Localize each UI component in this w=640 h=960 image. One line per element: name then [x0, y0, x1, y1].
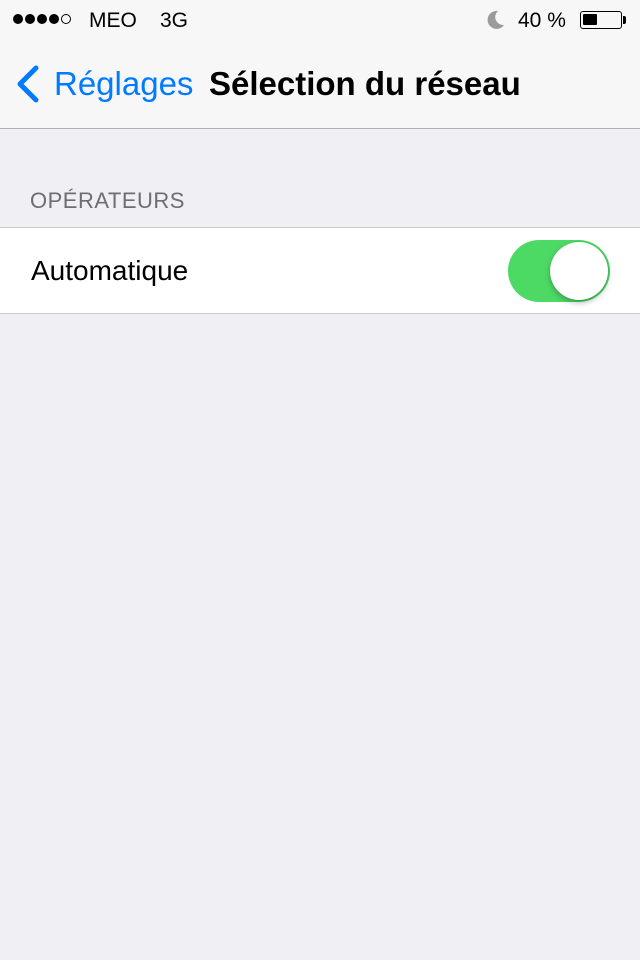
navigation-bar: Réglages Sélection du réseau	[0, 40, 640, 129]
signal-dot	[61, 14, 71, 24]
signal-dot	[13, 14, 23, 24]
automatic-toggle[interactable]	[508, 240, 610, 302]
moon-icon	[487, 10, 504, 29]
chevron-left-icon	[17, 65, 39, 103]
carrier-name: MEO	[89, 9, 137, 32]
back-button-label: Réglages	[54, 65, 194, 102]
battery-cap	[623, 16, 626, 24]
battery-icon	[580, 11, 622, 29]
status-bar: MEO 3G 40 %	[0, 0, 640, 40]
automatic-label: Automatique	[31, 255, 189, 286]
battery-percentage: 40 %	[518, 9, 566, 32]
section-header-operators: OPÉRATEURS	[30, 188, 185, 213]
signal-dot	[49, 14, 59, 24]
automatic-cell: Automatique	[0, 227, 640, 314]
battery-level-fill	[583, 14, 597, 25]
signal-dot	[37, 14, 47, 24]
toggle-knob	[550, 242, 608, 300]
network-type: 3G	[160, 9, 189, 32]
signal-strength-icon	[13, 14, 71, 24]
back-button[interactable]: Réglages	[14, 62, 193, 106]
signal-dot	[25, 14, 35, 24]
page-title: Sélection du réseau	[209, 65, 521, 102]
